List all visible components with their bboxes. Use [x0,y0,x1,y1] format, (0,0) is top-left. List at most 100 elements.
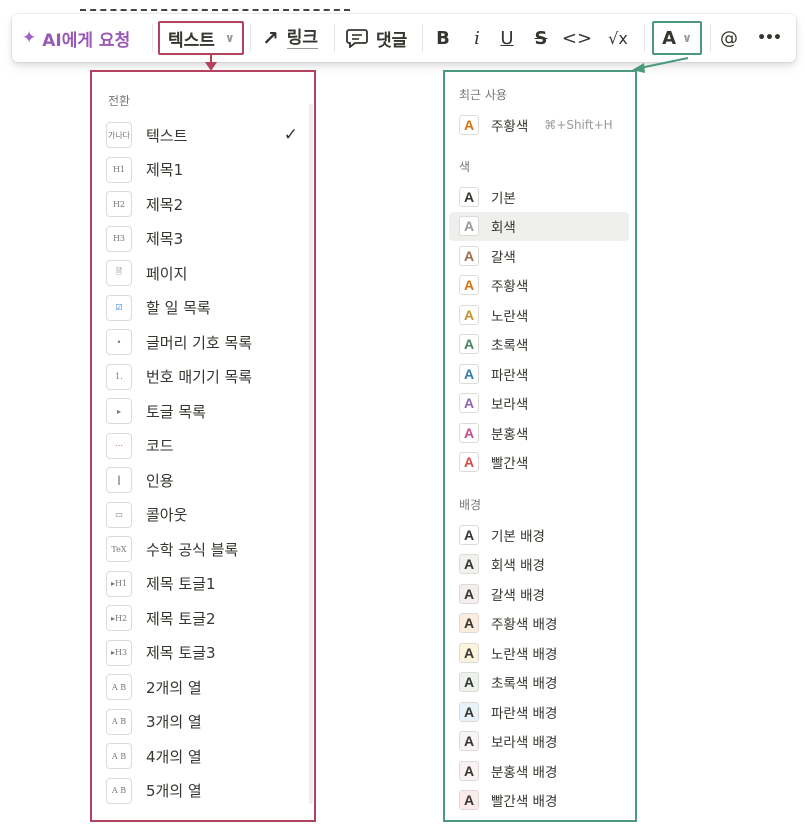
arrow-up-right-icon: ↗ [262,26,279,50]
turn-into-button[interactable]: 텍스트 ∨ [158,21,244,55]
color-option[interactable]: A 기본 [449,182,629,211]
turn-into-item-label: 제목2 [146,195,184,214]
color-swatch-icon: A [459,275,479,295]
color-swatch-icon: A [459,790,479,810]
color-swatch-icon: A [459,363,479,384]
inline-math-button[interactable]: √x [600,14,636,62]
turn-into-item[interactable]: ▸ 토글 목록 [106,396,302,426]
color-swatch-icon: A [459,245,479,266]
text-color-icon: A [662,27,677,49]
italic-button[interactable]: i [462,14,492,62]
more-options-button[interactable]: ••• [754,14,784,62]
color-swatch-icon: A [459,114,479,135]
underline-button[interactable]: U [492,14,522,62]
turn-into-item[interactable]: ▸H2 제목 토글2 [106,603,302,633]
color-option[interactable]: A 주황색 [449,271,629,300]
color-option[interactable]: A 회색 [449,211,629,241]
bold-button[interactable]: B [428,14,458,62]
color-option-label: 분홍색 배경 [491,764,558,781]
color-option-label: 주황색 [491,279,529,295]
turn-into-item[interactable]: 🗎 페이지 [106,258,302,288]
toolbar-divider [710,24,711,52]
turn-into-item-label: 코드 [146,437,174,455]
color-option[interactable]: A 보라색 [449,389,629,418]
color-option[interactable]: A 파란색 [449,359,629,388]
color-option[interactable]: A 빨간색 [449,448,629,477]
color-option[interactable]: A 초록색 [449,330,629,359]
color-option[interactable]: A 기본 배경 [449,520,629,549]
color-option[interactable]: A 회색 배경 [449,550,629,579]
code-icon: ⋯ [106,432,132,459]
toggle-list-icon: ▸ [106,398,132,424]
color-option[interactable]: A 노란색 [449,300,629,329]
turn-into-item[interactable]: A B 5개의 열 [106,776,302,806]
color-swatch-icon: A [459,583,479,604]
scrollbar[interactable] [309,104,313,804]
color-option[interactable]: A 갈색 배경 [449,579,629,608]
turn-into-item[interactable]: ┃ 인용 [106,465,302,495]
shortcut-hint: ⌘+Shift+H [544,117,613,132]
turn-into-item[interactable]: A B 2개의 열 [106,672,302,702]
turn-into-item[interactable]: ⋯ 코드 [106,431,302,461]
color-option[interactable]: A 파란색 배경 [449,697,629,726]
mention-button[interactable]: @ [714,14,744,62]
chevron-down-icon: ∨ [682,31,692,45]
turn-into-item-label: 번호 매기기 목록 [146,368,253,386]
color-option[interactable]: A 분홍색 배경 [449,756,629,785]
comment-label: 댓글 [376,30,408,51]
turn-into-item[interactable]: ▭ 콜아웃 [106,500,302,530]
turn-into-item[interactable]: A B 3개의 열 [106,707,302,737]
color-option[interactable]: A 빨간색 배경 [449,786,629,815]
turn-into-item-label: 2개의 열 [146,678,202,697]
ask-ai-label: AI에게 요청 [42,30,131,51]
section-label-background: 배경 [459,498,482,512]
color-swatch-icon: A [459,216,479,236]
turn-into-item[interactable]: ▸H1 제목 토글1 [106,569,302,599]
turn-into-item[interactable]: 1. 번호 매기기 목록 [106,362,302,392]
color-option[interactable]: A 갈색 [449,241,629,270]
turn-into-item[interactable]: H2 제목2 [106,189,302,219]
color-swatch-icon: A [459,760,479,781]
columns4-icon: A B [106,743,132,769]
turn-into-item[interactable]: H1 제목1 [106,155,302,185]
turn-into-item-label: 4개의 열 [146,747,202,766]
heading2-icon: H2 [106,191,132,217]
link-button[interactable]: ↗ 링크 [262,14,319,62]
inline-code-button[interactable]: <> [562,14,592,62]
heading3-icon: H3 [106,225,132,252]
section-label-recent: 최근 사용 [459,88,507,102]
color-option-label: 주황색 배경 [491,617,558,633]
color-option[interactable]: A 주황색 배경 [449,609,629,638]
comment-button[interactable]: 댓글 [346,14,407,62]
formatting-toolbar: ✦ AI에게 요청 텍스트 ∨ ↗ 링크 댓글 B i U S <> √x A … [12,14,796,62]
turn-into-item[interactable]: ☑ 할 일 목록 [106,293,302,323]
color-option-label: 초록색 [491,338,529,354]
turn-into-item[interactable]: • 글머리 기호 목록 [106,327,302,357]
turn-into-item[interactable]: ▸H3 제목 토글3 [106,638,302,668]
strikethrough-button[interactable]: S [526,14,556,62]
turn-into-item-label: 수학 공식 블록 [146,540,239,559]
turn-into-item[interactable]: TeX 수학 공식 블록 [106,534,302,564]
turn-into-item-label: 3개의 열 [146,713,202,731]
color-swatch-icon: A [459,672,479,692]
ask-ai-button[interactable]: ✦ AI에게 요청 [22,14,130,62]
toolbar-divider [250,24,251,52]
toolbar-divider [422,24,423,52]
color-swatch-icon: A [459,334,479,354]
heading1-icon: H1 [106,156,132,183]
toggle-heading3-icon: ▸H3 [106,639,132,666]
color-option[interactable]: A 보라색 배경 [449,727,629,756]
turn-into-item-label: 제목 토글1 [146,575,216,593]
turn-into-item[interactable]: H3 제목3 [106,224,302,254]
section-label-text-color: 색 [459,160,471,174]
text-color-button[interactable]: A ∨ [652,21,702,55]
turn-into-item[interactable]: A B 4개의 열 [106,741,302,771]
color-option[interactable]: A 분홍색 [449,418,629,447]
color-option[interactable]: A 노란색 배경 [449,638,629,667]
color-option-label: 노란색 [491,308,529,325]
turn-into-item[interactable]: 가나다 텍스트 ✓ [106,120,302,150]
columns2-icon: A B [106,674,132,700]
color-option-label: 보라색 배경 [491,735,558,751]
color-option[interactable]: A 초록색 배경 [449,668,629,697]
color-option[interactable]: A 주황색 ⌘+Shift+H [449,110,629,139]
